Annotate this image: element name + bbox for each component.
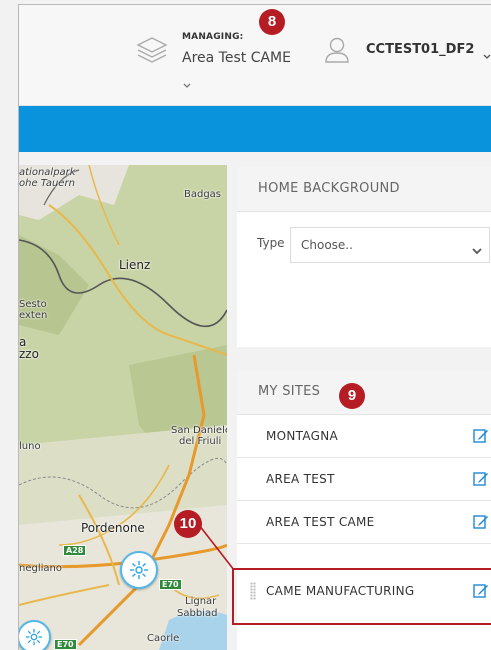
- site-row-montagna[interactable]: MONTAGNA: [237, 415, 491, 458]
- callout-10: 10: [174, 510, 202, 538]
- sites-map[interactable]: ationalpark ohe Tauern Badgas Lienz Sest…: [19, 165, 227, 650]
- sun-icon: [130, 561, 148, 579]
- map-label: Pordenone: [81, 521, 145, 535]
- map-label: Sesto: [19, 299, 47, 310]
- app-frame: MANAGING: Area Test CAME CCTEST01_DF2 at…: [18, 4, 491, 650]
- layers-icon: [136, 35, 168, 69]
- user-menu[interactable]: CCTEST01_DF2: [366, 42, 474, 57]
- callout-8: 8: [259, 9, 285, 35]
- road-badge: E70: [54, 639, 77, 650]
- type-label: Type: [257, 236, 285, 250]
- highlight-box: [232, 568, 491, 625]
- map-label: Caorle: [147, 633, 180, 644]
- user-icon: [323, 35, 351, 69]
- home-background-title: HOME BACKGROUND: [237, 167, 491, 212]
- map-label: luno: [19, 441, 41, 452]
- map-label: exten: [19, 310, 48, 321]
- map-label: Lignar: [185, 596, 217, 607]
- home-background-panel: HOME BACKGROUND Type Choose..: [237, 167, 491, 347]
- map-label: zzo: [19, 347, 39, 361]
- sun-icon: [25, 628, 43, 646]
- map-label: San Daniele: [171, 425, 227, 436]
- managing-selector[interactable]: Area Test CAME: [182, 50, 291, 66]
- site-marker[interactable]: [19, 620, 51, 650]
- map-label: del Friuli: [179, 436, 222, 447]
- edit-icon[interactable]: [473, 428, 489, 448]
- site-row-area-test[interactable]: AREA TEST: [237, 458, 491, 501]
- site-row-area-test-came[interactable]: AREA TEST CAME: [237, 501, 491, 544]
- chevron-down-icon[interactable]: [482, 47, 491, 66]
- road-badge: E70: [159, 579, 182, 590]
- site-name: AREA TEST: [266, 472, 335, 486]
- chevron-down-icon[interactable]: [182, 76, 192, 88]
- map-label: negliano: [19, 563, 62, 574]
- edit-icon[interactable]: [473, 514, 489, 534]
- top-header: MANAGING: Area Test CAME CCTEST01_DF2: [19, 5, 491, 106]
- map-label: Badgas: [184, 189, 222, 200]
- callout-9: 9: [339, 383, 365, 409]
- type-select-value: Choose..: [301, 238, 353, 252]
- map-label: ationalpark: [19, 167, 76, 178]
- managing-label: MANAGING:: [182, 32, 244, 42]
- road-badge: A28: [63, 545, 87, 556]
- site-name: AREA TEST CAME: [266, 515, 375, 529]
- edit-icon[interactable]: [473, 471, 489, 491]
- chevron-down-icon: [471, 241, 483, 260]
- map-label: Sabbiad: [177, 608, 218, 619]
- type-select[interactable]: Choose..: [290, 227, 490, 263]
- map-label: ohe Tauern: [19, 178, 75, 189]
- site-marker[interactable]: [120, 551, 158, 589]
- site-name: MONTAGNA: [266, 429, 339, 443]
- map-label: Lienz: [119, 258, 151, 272]
- nav-bar: [19, 106, 491, 152]
